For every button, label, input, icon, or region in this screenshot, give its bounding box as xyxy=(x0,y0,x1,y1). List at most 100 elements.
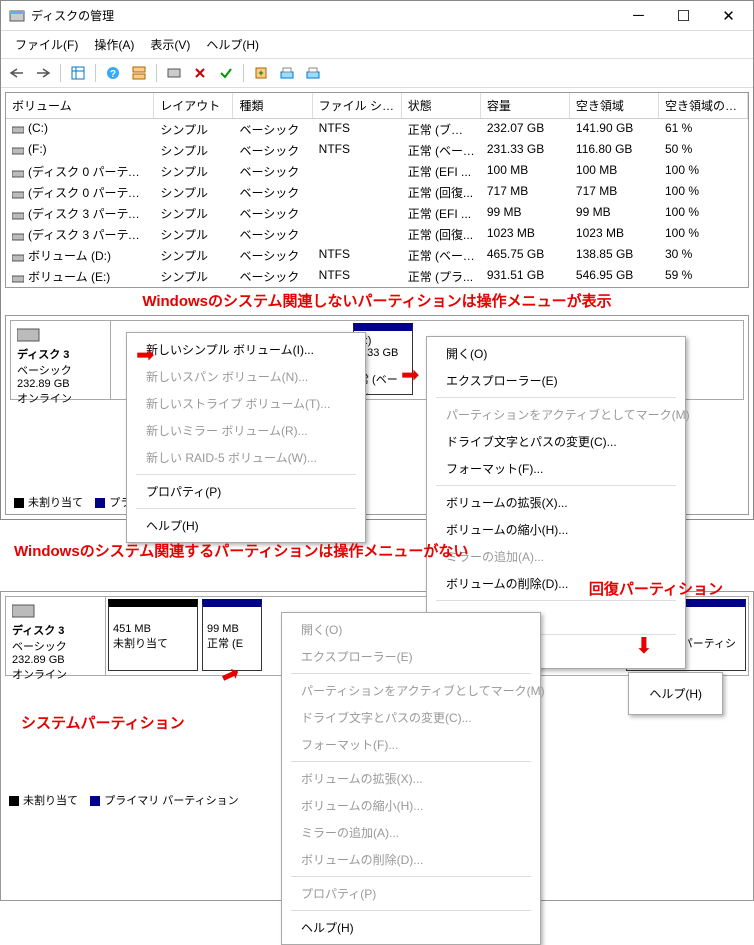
sys-size: 99 MB xyxy=(207,623,239,635)
disk-graphical-pane: ディスク 3 ベーシック 232.89 GB オンライン F:) 1.33 GB… xyxy=(5,315,749,515)
new-icon[interactable]: + xyxy=(249,62,273,84)
context-menu-unallocated: 新しいシンプル ボリューム(I)... 新しいスパン ボリューム(N)... 新… xyxy=(126,332,366,543)
menu-new-stripe-volume: 新しいストライプ ボリューム(T)... xyxy=(130,390,362,417)
table-row[interactable]: (ディスク 0 パーティシ...シンプルベーシック正常 (回復...717 MB… xyxy=(6,182,748,203)
disk-status-2: オンライン xyxy=(12,669,67,681)
legend-unalloc: 未割り当て xyxy=(28,497,83,509)
menu-view[interactable]: 表示(V) xyxy=(142,33,198,56)
check-icon[interactable] xyxy=(214,62,238,84)
menu-open-3: 開く(O) xyxy=(285,616,537,643)
table-row[interactable]: (ディスク 0 パーティシ...シンプルベーシック正常 (EFI ...100 … xyxy=(6,161,748,182)
forward-button[interactable] xyxy=(31,62,55,84)
svg-text:+: + xyxy=(258,68,263,78)
table-row[interactable]: ボリューム (E:)シンプルベーシックNTFS正常 (プラ...931.51 G… xyxy=(6,266,748,287)
partition-system[interactable]: 99 MB 正常 (E xyxy=(202,599,262,671)
toolbar: ? + xyxy=(1,59,753,88)
col-capacity[interactable]: 容量 xyxy=(481,93,570,118)
menu-new-mirror-volume: 新しいミラー ボリューム(R)... xyxy=(130,417,362,444)
col-volume[interactable]: ボリューム xyxy=(6,93,154,118)
disk-info[interactable]: ディスク 3 ベーシック 232.89 GB オンライン xyxy=(11,321,111,399)
legend-swatch-navy-2 xyxy=(90,796,100,806)
menu-shrink-3: ボリュームの縮小(H)... xyxy=(285,792,537,819)
col-status[interactable]: 状態 xyxy=(402,93,481,118)
menu-add-mirror-3: ミラーの追加(A)... xyxy=(285,819,537,846)
disk2-icon[interactable] xyxy=(301,62,325,84)
disk-name: ディスク 3 xyxy=(17,349,69,361)
help-popup-text: ヘルプ(H) xyxy=(649,687,702,701)
help-popup[interactable]: ヘルプ(H) xyxy=(628,672,723,715)
table-row[interactable]: (ディスク 3 パーティシ...シンプルベーシック正常 (EFI ...99 M… xyxy=(6,203,748,224)
legend-swatch-black xyxy=(14,498,24,508)
legend-swatch-navy xyxy=(95,498,105,508)
col-freepct[interactable]: 空き領域の割... xyxy=(659,93,748,118)
menu-file[interactable]: ファイル(F) xyxy=(7,33,86,56)
menu-explorer[interactable]: エクスプローラー(E) xyxy=(430,367,682,394)
unalloc-size: 451 MB xyxy=(113,623,151,635)
unalloc-label: 未割り当て xyxy=(113,638,168,650)
menu-new-span-volume: 新しいスパン ボリューム(N)... xyxy=(130,363,362,390)
table-row[interactable]: (C:)シンプルベーシックNTFS正常 (ブート...232.07 GB141.… xyxy=(6,119,748,140)
disk-type: ベーシック xyxy=(17,365,72,377)
menu-properties-3: プロパティ(P) xyxy=(285,880,537,907)
view-table-icon[interactable] xyxy=(66,62,90,84)
help-icon[interactable]: ? xyxy=(101,62,125,84)
legend-unalloc-2: 未割り当て xyxy=(23,795,78,807)
col-free[interactable]: 空き領域 xyxy=(570,93,659,118)
table-row[interactable]: (F:)シンプルベーシックNTFS正常 (ベーシ...231.33 GB116.… xyxy=(6,140,748,161)
delete-icon[interactable] xyxy=(188,62,212,84)
menu-shrink[interactable]: ボリュームの縮小(H)... xyxy=(430,516,682,543)
table-row[interactable]: (ディスク 3 パーティシ...シンプルベーシック正常 (回復...1023 M… xyxy=(6,224,748,245)
volume-list: ボリューム レイアウト 種類 ファイル システム 状態 容量 空き領域 空き領域… xyxy=(5,92,749,288)
menu-help[interactable]: ヘルプ(H) xyxy=(130,512,362,539)
menu-help[interactable]: ヘルプ(H) xyxy=(198,33,267,56)
column-headers: ボリューム レイアウト 種類 ファイル システム 状態 容量 空き領域 空き領域… xyxy=(6,93,748,119)
legend-2: 未割り当て プライマリ パーティション xyxy=(9,792,239,896)
partition-unallocated[interactable]: 451 MB 未割り当て xyxy=(108,599,198,671)
menu-format[interactable]: フォーマット(F)... xyxy=(430,455,682,482)
titlebar: ディスクの管理 ─ ☐ ✕ xyxy=(1,1,753,31)
disk-name-2: ディスク 3 xyxy=(12,625,64,637)
panels-icon[interactable] xyxy=(127,62,151,84)
app-icon xyxy=(9,8,25,24)
annotation-top: Windowsのシステム関連しないパーティションは操作メニューが表示 xyxy=(1,290,753,311)
col-layout[interactable]: レイアウト xyxy=(154,93,233,118)
menu-extend[interactable]: ボリュームの拡張(X)... xyxy=(430,489,682,516)
table-row[interactable]: ボリューム (D:)シンプルベーシックNTFS正常 (ベーシ...465.75 … xyxy=(6,245,748,266)
disk-drive-icon xyxy=(12,603,36,619)
window-controls: ─ ☐ ✕ xyxy=(616,2,751,30)
disk-type-2: ベーシック xyxy=(12,641,67,653)
menu-delete-volume-3: ボリュームの削除(D)... xyxy=(285,846,537,873)
menu-action[interactable]: 操作(A) xyxy=(86,33,142,56)
annotation-sys: システムパーティション xyxy=(21,712,185,733)
col-filesystem[interactable]: ファイル システム xyxy=(313,93,402,118)
col-type[interactable]: 種類 xyxy=(233,93,312,118)
disk-size: 232.89 GB xyxy=(17,378,70,390)
menu-drive-letter[interactable]: ドライブ文字とパスの変更(C)... xyxy=(430,428,682,455)
menu-mark-active: パーティションをアクティブとしてマーク(M) xyxy=(430,401,682,428)
disk-drive-icon xyxy=(17,327,41,343)
menu-format-3: フォーマット(F)... xyxy=(285,731,537,758)
annotation-rec: 回復パーティション xyxy=(589,578,723,599)
legend-primary-2: プライマリ パーティション xyxy=(104,795,238,807)
minimize-button[interactable]: ─ xyxy=(616,2,661,30)
menu-drive-letter-3: ドライブ文字とパスの変更(C)... xyxy=(285,704,537,731)
scan-icon[interactable] xyxy=(162,62,186,84)
menu-open[interactable]: 開く(O) xyxy=(430,340,682,367)
maximize-button[interactable]: ☐ xyxy=(661,2,706,30)
disk-size-2: 232.89 GB xyxy=(12,654,65,666)
menu-new-simple-volume[interactable]: 新しいシンプル ボリューム(I)... xyxy=(130,336,362,363)
close-button[interactable]: ✕ xyxy=(706,2,751,30)
menu-extend-3: ボリュームの拡張(X)... xyxy=(285,765,537,792)
disk-info-2[interactable]: ディスク 3 ベーシック 232.89 GB オンライン xyxy=(6,597,106,675)
disk-management-window: ディスクの管理 ─ ☐ ✕ ファイル(F) 操作(A) 表示(V) ヘルプ(H)… xyxy=(0,0,754,520)
volume-rows: (C:)シンプルベーシックNTFS正常 (ブート...232.07 GB141.… xyxy=(6,119,748,287)
legend-swatch-black-2 xyxy=(9,796,19,806)
back-button[interactable] xyxy=(5,62,29,84)
sys-status: 正常 (E xyxy=(207,638,243,650)
menu-help-3[interactable]: ヘルプ(H) xyxy=(285,914,537,941)
disk-icon[interactable] xyxy=(275,62,299,84)
annotation-mid: Windowsのシステム関連するパーティションは操作メニューがない xyxy=(14,540,754,561)
menu-new-raid5-volume: 新しい RAID-5 ボリューム(W)... xyxy=(130,444,362,471)
menu-mark-active-3: パーティションをアクティブとしてマーク(M) xyxy=(285,677,537,704)
menu-properties[interactable]: プロパティ(P) xyxy=(130,478,362,505)
